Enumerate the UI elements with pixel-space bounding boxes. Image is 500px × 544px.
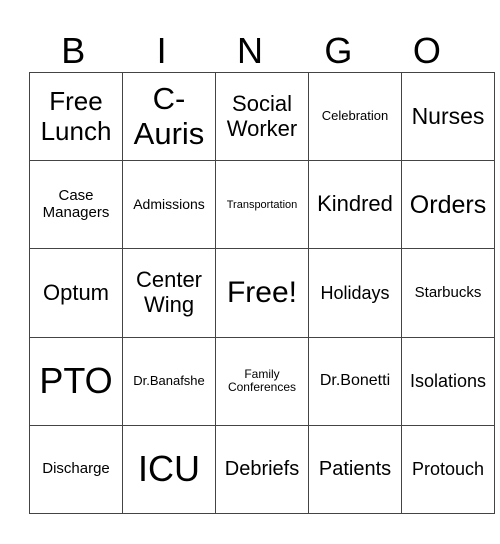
bingo-cell[interactable]: Case Managers [29, 160, 123, 250]
header-letter-o: O [412, 30, 441, 71]
bingo-row: Case Managers Admissions Transportation Kin… [29, 160, 495, 250]
bingo-cell[interactable]: Patients [308, 424, 402, 515]
bingo-cell[interactable]: ICU [122, 424, 216, 515]
header-letter-i: I [156, 30, 167, 71]
bingo-cell[interactable]: Admissions [122, 160, 216, 250]
bingo-cell[interactable]: Discharge [29, 424, 123, 515]
bingo-cell[interactable]: Kindred [308, 160, 402, 250]
header-letter-g: G [324, 30, 353, 71]
bingo-cell[interactable]: Orders [401, 160, 495, 250]
bingo-cell[interactable]: Protouch [401, 424, 495, 515]
bingo-row: Optum Center Wing Free! Holidays Starbucks [29, 248, 495, 338]
bingo-cell[interactable]: Celebration [308, 71, 402, 162]
bingo-row: Discharge ICU Debriefs Patients Protouch [29, 424, 495, 515]
bingo-cell[interactable]: Family Conferences [215, 336, 309, 426]
bingo-row: PTO Dr.Banafshe Family Conferences Dr.Bonet… [29, 336, 495, 426]
bingo-grid: Free Lunch C-Auris Social Worker Celebratio… [29, 71, 495, 515]
bingo-header: B I N G O [29, 30, 471, 72]
header-letter-b: B [61, 30, 86, 71]
bingo-cell[interactable]: Isolations [401, 336, 495, 426]
bingo-cell[interactable]: Holidays [308, 248, 402, 338]
bingo-cell[interactable]: Optum [29, 248, 123, 338]
bingo-cell[interactable]: PTO [29, 336, 123, 426]
bingo-cell[interactable]: Free! [215, 248, 309, 338]
bingo-row: Free Lunch C-Auris Social Worker Celebratio… [29, 71, 495, 162]
bingo-cell[interactable]: Nurses [401, 71, 495, 162]
bingo-cell[interactable]: Social Worker [215, 71, 309, 162]
bingo-cell[interactable]: Transportation [215, 160, 309, 250]
bingo-cell[interactable]: Starbucks [401, 248, 495, 338]
bingo-cell[interactable]: Center Wing [122, 248, 216, 338]
bingo-cell[interactable]: C-Auris [122, 71, 216, 162]
header-letter-n: N [237, 30, 264, 71]
bingo-cell[interactable]: Dr.Bonetti [308, 336, 402, 426]
bingo-cell[interactable]: Debriefs [215, 424, 309, 515]
bingo-cell[interactable]: Free Lunch [29, 71, 123, 162]
bingo-cell[interactable]: Dr.Banafshe [122, 336, 216, 426]
